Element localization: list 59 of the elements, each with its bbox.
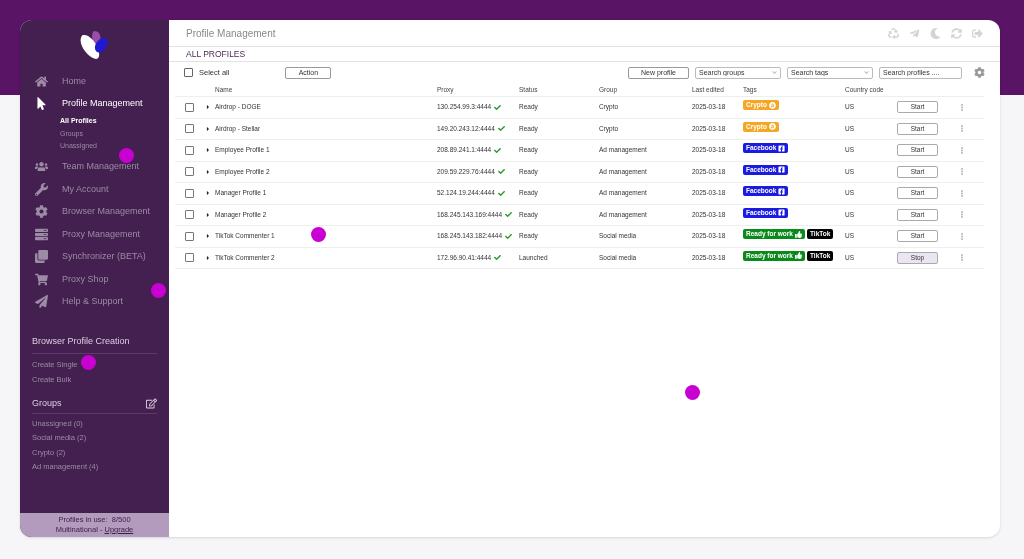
nav-item[interactable]: Browser Management [20, 200, 169, 223]
bitcoin-icon [768, 101, 776, 109]
facebook-icon [778, 144, 786, 152]
row-checkbox[interactable] [185, 102, 194, 112]
row-checkbox[interactable] [185, 145, 194, 155]
check-icon [497, 168, 505, 176]
expand-icon[interactable] [205, 254, 211, 261]
check-icon [494, 146, 502, 154]
nav-item[interactable]: Help & Support [20, 290, 169, 313]
section-heading: Groups [32, 397, 62, 410]
expand-icon[interactable] [205, 125, 211, 132]
paper-plane-icon [35, 295, 48, 309]
cart-icon [35, 272, 48, 286]
check-icon [494, 254, 502, 262]
nav-item[interactable]: Proxy Management [20, 223, 169, 246]
expand-icon[interactable] [205, 104, 211, 111]
nav-item[interactable]: Synchronizer (BETA) [20, 245, 169, 268]
section-title: ALL PROFILES [186, 47, 246, 61]
expand-icon[interactable] [205, 233, 211, 240]
row-checkbox[interactable] [185, 253, 194, 263]
check-icon [494, 103, 502, 111]
row-checkbox[interactable] [185, 188, 194, 198]
nav-item[interactable]: Proxy Shop [20, 268, 169, 291]
copy-icon [35, 250, 48, 264]
expand-icon[interactable] [205, 168, 211, 175]
facebook-icon [778, 209, 786, 216]
nav-item[interactable]: My Account [20, 178, 169, 201]
settings-icon[interactable] [974, 67, 985, 78]
check-icon [505, 211, 513, 219]
pointer-icon [35, 97, 48, 111]
home-icon [35, 74, 48, 88]
facebook-icon [778, 166, 786, 173]
row-checkbox[interactable] [185, 210, 194, 220]
check-icon [497, 125, 505, 133]
check-icon [497, 189, 505, 197]
thumbs-up-icon [794, 230, 802, 238]
edit-icon[interactable] [146, 398, 157, 410]
check-icon [505, 232, 513, 240]
facebook-icon [778, 187, 786, 195]
server-icon [35, 227, 48, 241]
thumbs-up-icon [794, 252, 802, 259]
expand-icon[interactable] [205, 211, 211, 218]
page-title: Profile Management [186, 26, 276, 41]
gear-icon [35, 205, 48, 219]
chevron-icon [864, 70, 869, 75]
section-heading: Browser Profile Creation [32, 336, 130, 346]
users-icon [35, 160, 48, 174]
bitcoin-icon [768, 123, 776, 130]
checkbox[interactable] [184, 68, 193, 77]
expand-icon[interactable] [205, 190, 211, 197]
row-checkbox[interactable] [185, 124, 194, 134]
nav-item[interactable]: Team Management [20, 155, 169, 178]
row-checkbox[interactable] [185, 231, 194, 241]
expand-icon[interactable] [205, 147, 211, 154]
chevron-icon [772, 70, 777, 75]
row-checkbox[interactable] [185, 167, 194, 177]
nav-item[interactable]: Profile Management [20, 92, 169, 115]
nav-item[interactable]: Home [20, 70, 169, 93]
wrench-icon [35, 182, 48, 196]
